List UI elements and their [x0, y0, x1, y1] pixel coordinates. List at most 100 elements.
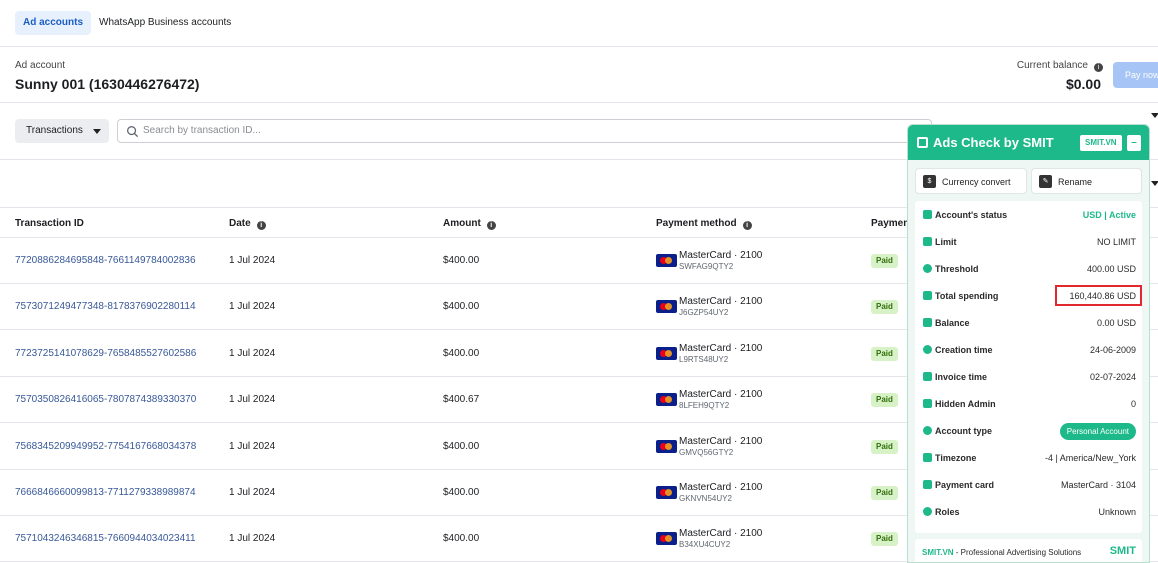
payment-reference-code: J6GZP54UY2: [679, 308, 729, 318]
payment-reference-code: GMVQ56GTY2: [679, 447, 734, 457]
payment-method-name: MasterCard · 2100: [679, 482, 763, 493]
info-label: Hidden Admin: [923, 399, 996, 409]
status-badge: Paid: [871, 393, 898, 408]
mastercard-icon: [656, 300, 677, 314]
tab-whatsapp-business-accounts[interactable]: WhatsApp Business accounts: [91, 11, 239, 35]
info-row: Payment card MasterCard · 3104: [915, 471, 1142, 498]
payment-reference-code: B34XU4CUY2: [679, 540, 731, 550]
info-value: Unknown: [1098, 507, 1136, 517]
status-badge: Paid: [871, 532, 898, 547]
info-row: Roles Unknown: [915, 498, 1142, 525]
status-icon: [923, 210, 932, 219]
ad-account-name: Sunny 001 (1630446276472): [15, 76, 200, 92]
info-value: 400.00 USD: [1086, 264, 1136, 274]
info-icon[interactable]: i: [256, 221, 266, 230]
col-transaction-id[interactable]: Transaction ID: [15, 218, 84, 229]
card-icon: [923, 237, 932, 246]
clock-icon: [923, 453, 932, 462]
info-icon[interactable]: i: [486, 221, 496, 230]
col-payment-method[interactable]: Payment method i: [656, 218, 752, 230]
info-label: Threshold: [923, 264, 979, 274]
amount-cell: $400.67: [443, 394, 480, 406]
date-cell: 1 Jul 2024: [229, 255, 276, 266]
info-row: Hidden Admin 0: [915, 390, 1142, 417]
status-badge: Paid: [871, 346, 898, 361]
info-label: Account type: [923, 426, 992, 436]
currency-icon: $: [923, 175, 936, 188]
smit-vn-badge[interactable]: SMIT.VN: [1080, 135, 1122, 151]
amount-cell: $400.00: [443, 487, 480, 498]
info-row: Threshold 400.00 USD: [915, 255, 1142, 282]
minimize-button[interactable]: –: [1127, 135, 1141, 151]
account-type-pill: Personal Account: [1059, 423, 1136, 440]
pay-now-button[interactable]: Pay now: [1113, 62, 1158, 88]
panel-footer: SMIT.VN - Professional Advertising Solut…: [915, 539, 1142, 562]
currency-convert-button[interactable]: $ Currency convert: [915, 168, 1027, 194]
payment-reference-code: GKNVN54UY2: [679, 494, 732, 503]
date-cell: 1 Jul 2024: [229, 440, 276, 452]
col-date[interactable]: Date i: [229, 218, 266, 230]
info-row: Invoice time 02-07-2024: [915, 363, 1142, 390]
payment-reference-code: L9RTS48UY2: [679, 354, 729, 364]
payment-method-name: MasterCard · 2100: [679, 342, 763, 354]
info-value: -4 | America/New_York: [1044, 453, 1136, 463]
spending-icon: [923, 291, 932, 300]
amount-cell: $400.00: [443, 440, 480, 452]
search-input[interactable]: Search by transaction ID...: [117, 119, 932, 143]
transaction-id-link[interactable]: 7723725141078629-7658485527602586: [15, 348, 196, 359]
transaction-id-link[interactable]: 7573071249477348-8178376902280114: [15, 301, 196, 312]
info-icon[interactable]: i: [742, 221, 752, 230]
info-label: Timezone: [923, 453, 976, 463]
status-badge: Paid: [871, 439, 898, 454]
search-placeholder: Search by transaction ID...: [143, 125, 261, 136]
info-value: 160,440.86 USD: [1069, 291, 1136, 301]
transactions-dropdown[interactable]: Transactions: [15, 119, 109, 143]
caret-down-icon[interactable]: [1151, 181, 1158, 186]
search-icon: [127, 126, 139, 138]
transaction-id-link[interactable]: 7666846660099813-7711279338989874: [15, 487, 196, 498]
top-tab-bar: Ad accounts WhatsApp Business accounts: [0, 0, 1158, 47]
report-icon: [917, 137, 928, 148]
transaction-id-link[interactable]: 7570350826416065-7807874389330370: [15, 394, 196, 405]
payment-card-icon: [923, 480, 932, 489]
info-row: Limit NO LIMIT: [915, 228, 1142, 255]
panel-header: Ads Check by SMIT SMIT.VN –: [908, 125, 1149, 160]
transaction-id-link[interactable]: 7720886284695848-7661149784002836: [15, 255, 196, 266]
currency-convert-label: Currency convert: [942, 177, 1011, 187]
info-value: 24-06-2009: [1089, 345, 1136, 355]
tab-ad-accounts[interactable]: Ad accounts: [15, 11, 92, 35]
pencil-icon: ✎: [1039, 175, 1052, 188]
roles-icon: [923, 507, 932, 516]
info-label: Payment card: [923, 480, 994, 490]
col-amount[interactable]: Amount i: [443, 218, 496, 230]
rename-button[interactable]: ✎ Rename: [1031, 168, 1142, 194]
info-value: NO LIMIT: [1096, 237, 1136, 247]
date-cell: 1 Jul 2024: [229, 487, 276, 498]
ad-account-label: Ad account: [15, 60, 66, 71]
info-row: Account's status USD | Active: [915, 201, 1142, 228]
panel-title: Ads Check by SMIT: [933, 135, 1054, 150]
caret-down-icon[interactable]: [1151, 113, 1158, 118]
date-cell: 1 Jul 2024: [229, 533, 276, 545]
payment-reference-code: SWFAG9QTY2: [679, 262, 734, 271]
payment-reference-code: 8LFEH9QTY2: [679, 401, 730, 411]
mastercard-icon: [656, 254, 677, 267]
info-row: Balance 0.00 USD: [915, 309, 1142, 336]
admin-icon: [923, 399, 932, 408]
info-icon[interactable]: i: [1094, 63, 1103, 72]
info-label: Creation time: [923, 345, 993, 355]
mastercard-icon: [656, 486, 677, 499]
info-row: Account type Personal Account: [915, 417, 1142, 444]
current-balance-label: Current balance i: [1017, 60, 1103, 72]
status-badge: Paid: [871, 254, 898, 268]
current-balance-value: $0.00: [1065, 76, 1101, 92]
info-label: Total spending: [923, 291, 998, 301]
mastercard-icon: [656, 346, 677, 360]
info-row: Total spending 160,440.86 USD: [915, 282, 1142, 309]
mastercard-icon: [656, 393, 677, 407]
status-badge: Paid: [871, 300, 898, 315]
transaction-id-link[interactable]: 7568345209949952-7754167668034378: [15, 441, 196, 452]
info-value: 0: [1130, 399, 1136, 409]
smit-logo: SMIT: [1109, 545, 1136, 557]
transaction-id-link[interactable]: 7571043246346815-7660944034023411: [15, 533, 196, 544]
